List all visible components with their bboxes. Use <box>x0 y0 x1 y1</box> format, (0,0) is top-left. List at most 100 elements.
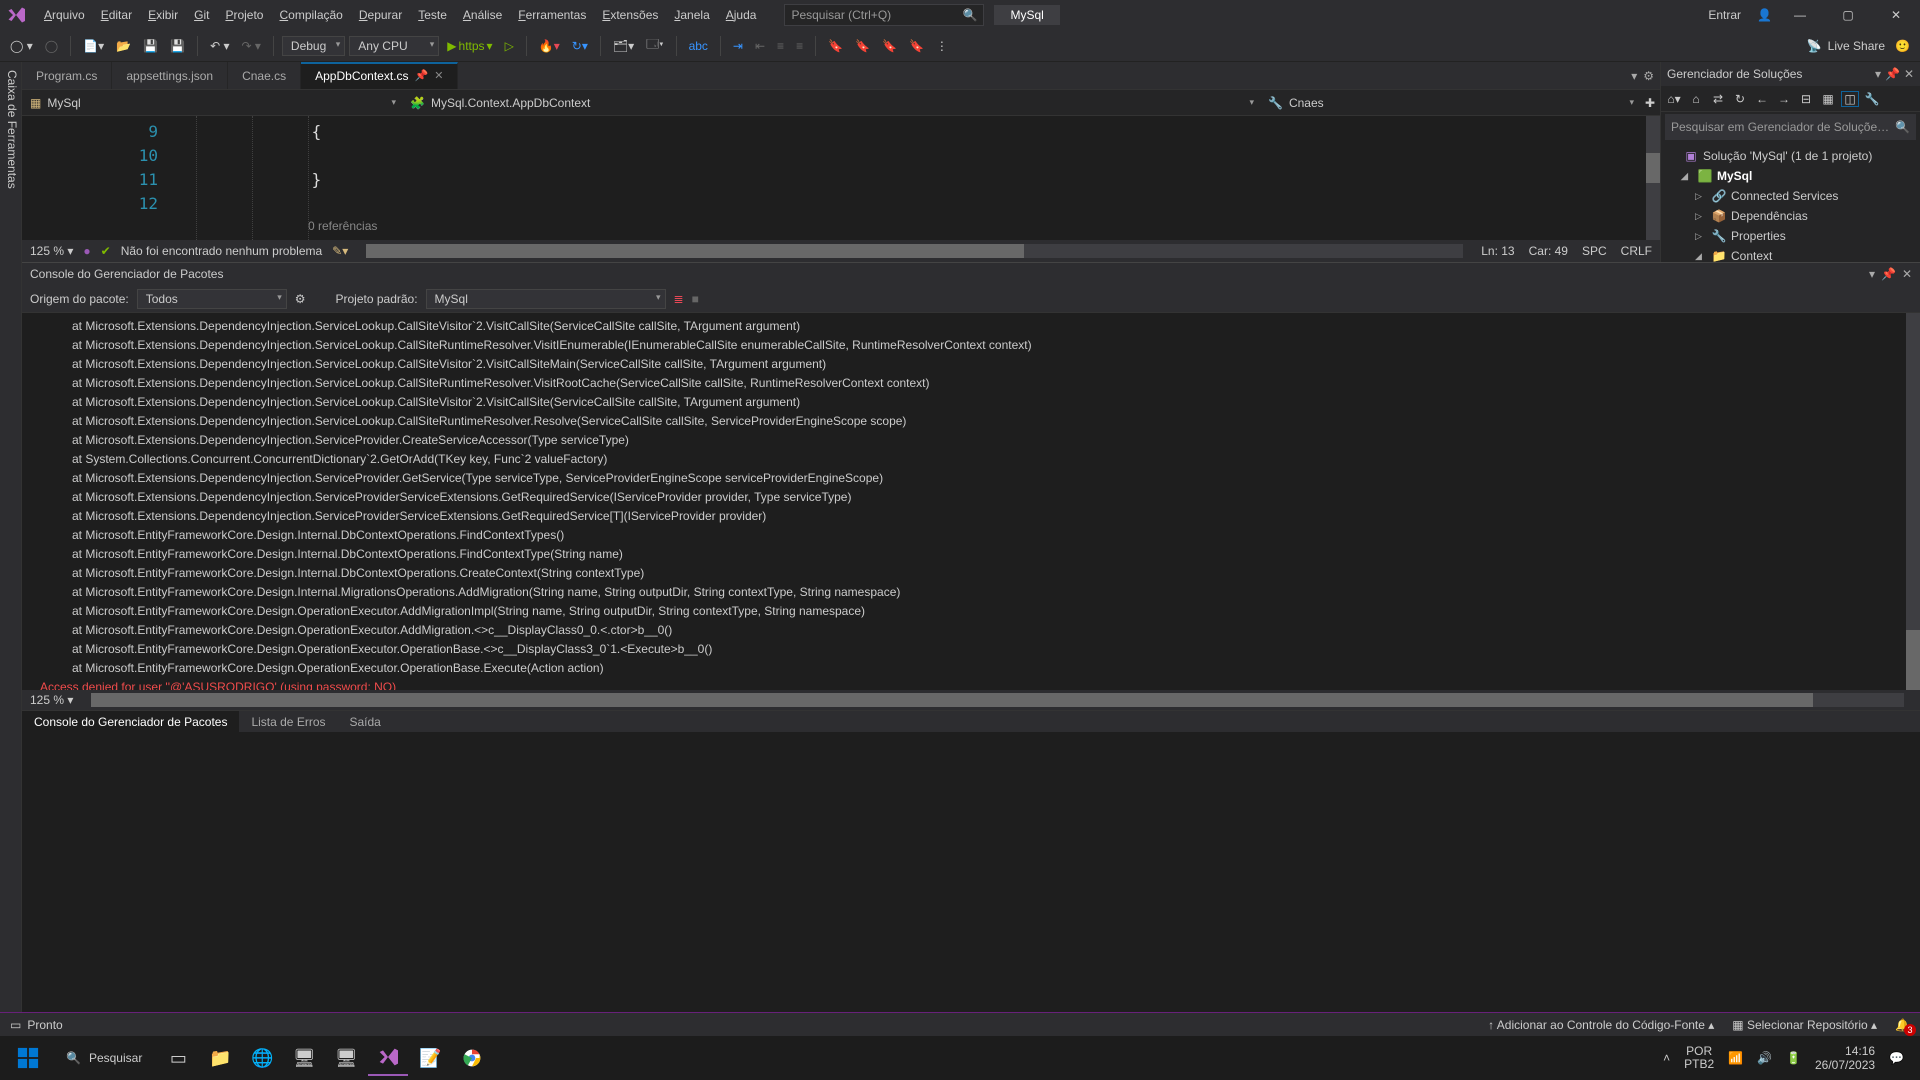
tree-arrow-icon[interactable]: ◢ <box>1681 171 1693 182</box>
editor-vscrollbar[interactable] <box>1646 116 1660 240</box>
console-pin-button[interactable]: 📌 <box>1881 267 1896 281</box>
tabs-dropdown-button[interactable]: ▾ <box>1631 69 1637 83</box>
tray-wifi-icon[interactable]: 📶 <box>1728 1051 1743 1065</box>
taskbar-taskview[interactable]: ▭ <box>158 1040 198 1076</box>
menu-teste[interactable]: Teste <box>410 4 455 26</box>
split-editor-button[interactable]: ✚ <box>1640 96 1660 110</box>
zoom-combo[interactable]: 125 % ▾ <box>30 244 73 258</box>
editor-hscrollbar[interactable] <box>366 244 1463 258</box>
hot-reload-button[interactable]: 🔥▾ <box>535 37 564 55</box>
se-home2-button[interactable]: ⌂ <box>1687 92 1705 106</box>
indent-mode-label[interactable]: SPC <box>1582 244 1607 258</box>
platform-combo[interactable]: Any CPU <box>349 36 439 56</box>
save-button[interactable]: 💾 <box>139 37 162 55</box>
se-view-button[interactable]: ◫ <box>1841 91 1859 107</box>
live-share-button[interactable]: Live Share <box>1828 39 1885 53</box>
taskbar-explorer[interactable]: 📁 <box>200 1040 240 1076</box>
bottom-tab-console[interactable]: Console do Gerenciador de Pacotes <box>22 711 239 732</box>
menu-projeto[interactable]: Projeto <box>217 4 271 26</box>
console-hscrollbar[interactable] <box>91 693 1904 707</box>
se-collapse-button[interactable]: ⊟ <box>1797 92 1815 106</box>
se-back-button[interactable]: ← <box>1753 92 1771 106</box>
nav-fwd-button[interactable]: ◯ <box>41 37 62 55</box>
taskbar-word[interactable]: 📝 <box>410 1040 450 1076</box>
taskbar-app1[interactable]: 🖥 <box>284 1040 324 1076</box>
document-tab[interactable]: Cnae.cs <box>228 62 301 89</box>
bookmark-button[interactable]: 🔖 <box>824 37 847 55</box>
bottom-tab-errorlist[interactable]: Lista de Erros <box>239 711 337 732</box>
add-source-control-button[interactable]: ↑ Adicionar ao Controle do Código-Fonte … <box>1488 1018 1714 1032</box>
menu-análise[interactable]: Análise <box>455 4 510 26</box>
tree-row[interactable]: ▷📦Dependências <box>1661 206 1920 226</box>
close-tab-icon[interactable]: ✕ <box>434 69 443 82</box>
taskbar-edge[interactable]: 🌐 <box>242 1040 282 1076</box>
minimize-button[interactable]: — <box>1780 0 1820 30</box>
tray-chevron-icon[interactable]: ˄ <box>1663 1051 1670 1065</box>
start-nodebug-button[interactable]: ▷ <box>501 37 518 55</box>
origin-combo[interactable]: Todos <box>137 289 287 309</box>
menu-exibir[interactable]: Exibir <box>140 4 186 26</box>
toolbox-panel-tab[interactable]: Caixa de Ferramentas <box>0 62 22 1012</box>
console-vscrollbar[interactable] <box>1906 313 1920 690</box>
tree-arrow-icon[interactable]: ▷ <box>1695 231 1707 242</box>
taskbar-search[interactable]: 🔍 Pesquisar <box>52 1047 156 1069</box>
pin-icon[interactable]: 📌 <box>415 69 429 82</box>
indent-in-button[interactable]: ⇤ <box>751 37 769 55</box>
se-fwd-button[interactable]: → <box>1775 92 1793 106</box>
console-output[interactable]: at Microsoft.Extensions.DependencyInject… <box>22 313 1920 690</box>
config-combo[interactable]: Debug <box>282 36 345 56</box>
panel-close-button[interactable]: ✕ <box>1904 67 1914 81</box>
console-close-button[interactable]: ✕ <box>1902 267 1912 281</box>
close-button[interactable]: ✕ <box>1876 0 1916 30</box>
tree-row[interactable]: ◢📁Context <box>1661 246 1920 262</box>
tree-arrow-icon[interactable]: ▷ <box>1695 211 1707 222</box>
save-all-button[interactable]: 💾 <box>166 37 189 55</box>
document-tab[interactable]: AppDbContext.cs📌✕ <box>301 62 458 89</box>
se-showall-button[interactable]: ▦ <box>1819 92 1837 106</box>
tray-notifications-icon[interactable]: 💬 <box>1889 1051 1904 1065</box>
menu-depurar[interactable]: Depurar <box>351 4 410 26</box>
uncomment-button[interactable]: ≡ <box>792 37 807 55</box>
menu-ferramentas[interactable]: Ferramentas <box>510 4 594 26</box>
stop-console-button[interactable]: ■ <box>692 292 699 306</box>
menu-compilação[interactable]: Compilação <box>271 4 350 26</box>
quick-search-input[interactable]: Pesquisar (Ctrl+Q) 🔍 <box>784 4 984 26</box>
codelens-references[interactable]: 0 referências <box>192 216 1660 236</box>
nav-back-button[interactable]: ◯ ▾ <box>6 37 37 55</box>
code-body[interactable]: { } 0 referências public DbSet<Cnae> Cna… <box>192 116 1660 240</box>
breakpoint-gutter[interactable] <box>172 116 192 240</box>
bookmark-clear-button[interactable]: 🔖 <box>905 37 928 55</box>
nav-class-combo[interactable]: 🧩MySql.Context.AppDbContext <box>402 94 1260 112</box>
taskbar-visualstudio[interactable] <box>368 1040 408 1076</box>
tree-solution-root[interactable]: ▣ Solução 'MySql' (1 de 1 projeto) <box>1661 146 1920 166</box>
settings-icon[interactable]: ⚙ <box>295 292 306 306</box>
menu-git[interactable]: Git <box>186 4 217 26</box>
menu-extensões[interactable]: Extensões <box>594 4 666 26</box>
brush-icon[interactable]: ✎▾ <box>332 244 348 258</box>
window-button[interactable]: 🗔▾ <box>642 33 667 58</box>
start-button[interactable] <box>6 1040 50 1076</box>
indent-out-button[interactable]: ⇥ <box>729 37 747 55</box>
tree-row[interactable]: ▷🔗Connected Services <box>1661 186 1920 206</box>
notifications-button[interactable]: 🔔3 <box>1895 1018 1910 1032</box>
panel-pin-button[interactable]: 📌 <box>1885 67 1900 81</box>
console-dropdown-button[interactable]: ▾ <box>1869 267 1875 281</box>
console-zoom-combo[interactable]: 125 % ▾ <box>30 693 73 707</box>
document-tab[interactable]: Program.cs <box>22 62 112 89</box>
toolbar-overflow-button[interactable]: ⋮ <box>932 37 952 55</box>
se-sync-button[interactable]: ⇄ <box>1709 92 1727 106</box>
nav-member-combo[interactable]: 🔧Cnaes <box>1260 94 1640 112</box>
taskbar-chrome[interactable] <box>452 1040 492 1076</box>
bottom-tab-output[interactable]: Saída <box>338 711 393 732</box>
solution-tree[interactable]: ▣ Solução 'MySql' (1 de 1 projeto) ◢🟩MyS… <box>1661 142 1920 262</box>
signin-button[interactable]: Entrar <box>1700 6 1749 24</box>
tree-row[interactable]: ◢🟩MySql <box>1661 166 1920 186</box>
eol-mode-label[interactable]: CRLF <box>1621 244 1652 258</box>
document-tab[interactable]: appsettings.json <box>112 62 228 89</box>
bookmark-next-button[interactable]: 🔖 <box>878 37 901 55</box>
tray-clock[interactable]: 14:1626/07/2023 <box>1815 1044 1875 1072</box>
start-debug-button[interactable]: ▶ https ▾ <box>443 37 496 55</box>
undo-button[interactable]: ↶ ▾ <box>206 37 233 55</box>
maximize-button[interactable]: ▢ <box>1828 0 1868 30</box>
new-item-button[interactable]: 📄▾ <box>79 37 108 55</box>
